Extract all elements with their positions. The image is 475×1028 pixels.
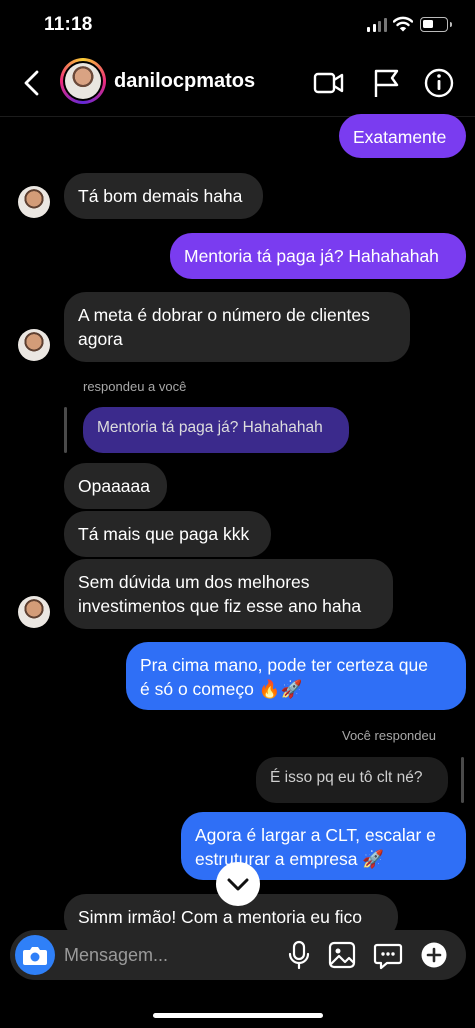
reply-note: respondeu a você	[83, 379, 187, 394]
message-incoming[interactable]: Opaaaaa	[64, 463, 167, 509]
sender-avatar[interactable]	[18, 186, 50, 218]
message-incoming[interactable]: Tá mais que paga kkk	[64, 511, 271, 557]
quoted-message[interactable]: Mentoria tá paga já? Hahahahah	[83, 407, 349, 453]
cellular-signal-icon	[367, 18, 387, 32]
microphone-icon[interactable]	[284, 939, 314, 971]
sender-avatar[interactable]	[18, 329, 50, 361]
wifi-icon	[393, 16, 413, 32]
reply-bar	[461, 757, 464, 803]
chat-username[interactable]: danilocpmatos	[114, 70, 255, 93]
chevron-down-icon	[227, 878, 249, 891]
reply-bar	[64, 407, 67, 453]
message-incoming[interactable]: Sem dúvida um dos melhores investimentos…	[64, 559, 393, 629]
add-icon[interactable]	[419, 939, 449, 971]
message-outgoing[interactable]: Pra cima mano, pode ter certeza que é só…	[126, 642, 466, 710]
sender-avatar[interactable]	[18, 596, 50, 628]
info-icon[interactable]	[422, 66, 456, 100]
message-incoming[interactable]: Tá bom demais haha	[64, 173, 263, 219]
profile-avatar[interactable]	[60, 58, 106, 104]
status-time: 11:18	[44, 14, 93, 35]
camera-icon	[23, 947, 47, 965]
camera-button[interactable]	[15, 935, 55, 975]
battery-icon	[420, 17, 452, 32]
quoted-message[interactable]: É isso pq eu tô clt né?	[256, 757, 448, 803]
message-bubble-icon[interactable]	[373, 939, 403, 971]
message-input[interactable]	[64, 943, 264, 967]
flag-icon[interactable]	[369, 66, 403, 100]
gallery-icon[interactable]	[327, 939, 357, 971]
message-incoming[interactable]: A meta é dobrar o número de clientes ago…	[64, 292, 410, 362]
reply-note: Você respondeu	[342, 728, 436, 743]
message-outgoing[interactable]: Mentoria tá paga já? Hahahahah	[170, 233, 466, 279]
message-outgoing[interactable]: Exatamente	[339, 114, 466, 158]
home-indicator	[153, 1013, 323, 1018]
back-arrow-icon[interactable]	[20, 68, 46, 98]
video-call-icon[interactable]	[311, 66, 345, 100]
scroll-down-button[interactable]	[216, 862, 260, 906]
